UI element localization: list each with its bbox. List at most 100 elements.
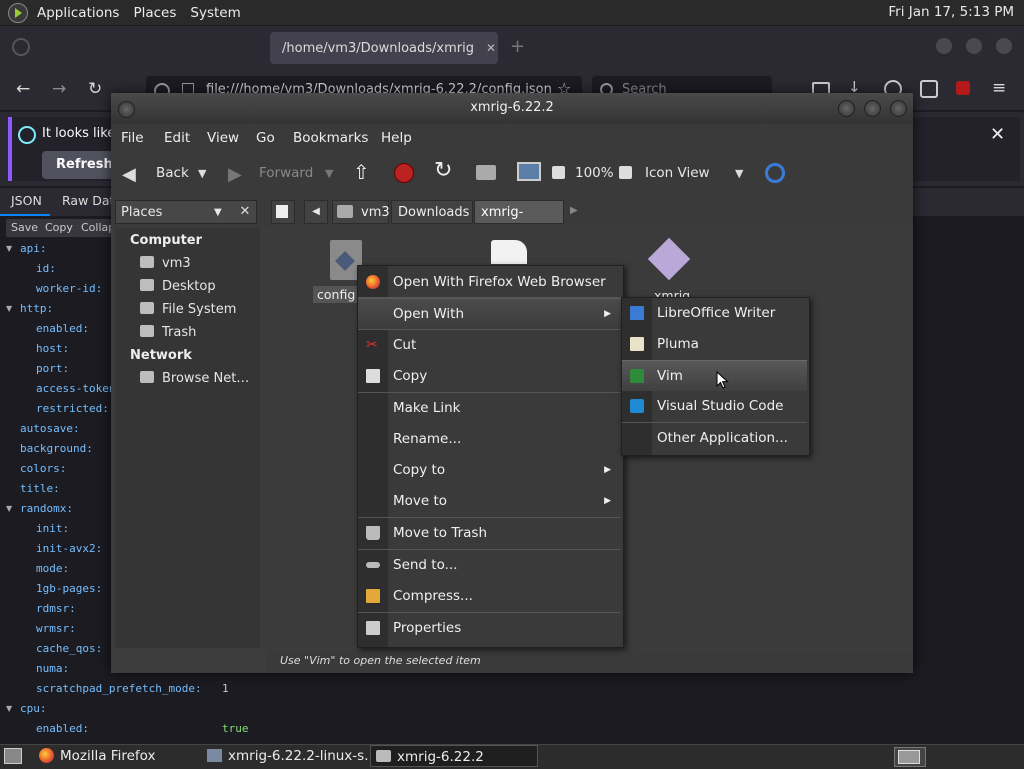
menu-item-make-link[interactable]: Make Link (358, 393, 621, 423)
expand-caret-icon[interactable]: ▼ (6, 244, 12, 253)
taskbar-item-file-manager[interactable]: xmrig-6.22.2 (370, 745, 538, 767)
sidebar-item-browse-network[interactable]: Browse Net… (140, 371, 249, 386)
close-icon[interactable] (890, 100, 907, 117)
copy-button[interactable]: Copy (40, 219, 78, 237)
view-mode-select[interactable]: Icon View (645, 165, 710, 181)
menu-file[interactable]: File (121, 130, 144, 146)
json-key: randomx: (20, 502, 73, 515)
back-history-chevron-icon[interactable]: ▼ (198, 167, 206, 180)
ublock-icon[interactable] (956, 81, 970, 95)
menu-item-cut[interactable]: ✂ Cut (358, 330, 621, 360)
json-key: port: (36, 362, 70, 375)
forward-history-chevron-icon[interactable]: ▼ (325, 167, 333, 180)
home-icon[interactable] (476, 165, 496, 180)
menu-item-move-to-trash[interactable]: Move to Trash (358, 518, 621, 548)
expand-caret-icon[interactable]: ▼ (6, 304, 12, 313)
menu-item-move-to[interactable]: Move to ▶ (358, 486, 621, 516)
file-name-config[interactable]: config (313, 286, 360, 303)
json-row[interactable]: enabled: true (0, 722, 260, 742)
minimize-icon[interactable] (936, 38, 952, 54)
submenu-item-pluma[interactable]: Pluma (622, 329, 807, 359)
zoom-level[interactable]: 100% (575, 165, 614, 181)
close-notification-icon[interactable]: ✕ (990, 124, 1005, 145)
submenu-item-libreoffice-writer[interactable]: LibreOffice Writer (622, 298, 807, 328)
forward-arrow-icon[interactable]: → (52, 79, 66, 99)
json-row[interactable]: ▼ cpu: (0, 702, 260, 722)
json-key: cpu: (20, 702, 47, 715)
text-file-icon[interactable] (491, 240, 527, 264)
menu-item-send-to[interactable]: Send to... (358, 550, 621, 580)
up-icon[interactable]: ⇧ (353, 160, 370, 184)
search-icon[interactable] (765, 163, 785, 183)
submenu-item-other-application[interactable]: Other Application... (622, 423, 807, 453)
panel-menu-places[interactable]: Places (126, 5, 183, 21)
pluma-icon (630, 337, 644, 351)
menu-item-open-with-firefox[interactable]: Open With Firefox Web Browser (358, 267, 621, 297)
stop-icon[interactable] (394, 163, 414, 183)
forward-icon[interactable]: ▶ (228, 164, 242, 185)
panel-menu-system[interactable]: System (183, 5, 247, 21)
taskbar-item-archive[interactable]: xmrig-6.22.2-linux-s... (202, 745, 368, 767)
breadcrumb-left-arrow-icon[interactable]: ◀ (304, 200, 328, 224)
json-key: scratchpad_prefetch_mode: (36, 682, 202, 695)
submenu-item-vim[interactable]: Vim (622, 360, 807, 391)
maximize-icon[interactable] (864, 100, 881, 117)
menu-go[interactable]: Go (256, 130, 275, 146)
panel-menu-applications[interactable]: Applications (30, 5, 126, 21)
menu-item-compress[interactable]: Compress... (358, 581, 621, 611)
panel-clock[interactable]: Fri Jan 17, 5:13 PM (888, 4, 1014, 20)
close-tab-icon[interactable]: ✕ (486, 41, 496, 55)
minimize-icon[interactable] (838, 100, 855, 117)
close-sidebar-icon[interactable]: ✕ (233, 200, 257, 224)
firefox-tab[interactable]: /home/vm3/Downloads/xmrig ✕ (270, 32, 498, 64)
properties-icon (366, 621, 380, 635)
show-desktop-icon[interactable] (4, 748, 22, 764)
json-key: colors: (20, 462, 67, 475)
maximize-icon[interactable] (966, 38, 982, 54)
firefox-icon (366, 275, 380, 289)
distro-menu-icon[interactable] (8, 2, 28, 23)
menu-item-open-with[interactable]: Open With ▶ (358, 298, 621, 329)
save-button[interactable]: Save (6, 219, 44, 237)
submenu-item-vscode[interactable]: Visual Studio Code (622, 391, 807, 421)
json-row[interactable]: scratchpad_prefetch_mode: 1 (0, 682, 260, 702)
submenu-arrow-icon: ▶ (604, 496, 611, 506)
expand-caret-icon[interactable]: ▼ (6, 504, 12, 513)
menu-item-copy[interactable]: Copy (358, 361, 621, 391)
firefox-view-icon[interactable] (12, 38, 30, 56)
submenu-item-label: Visual Studio Code (657, 398, 784, 414)
menu-view[interactable]: View (207, 130, 239, 146)
view-mode-chevron-icon[interactable]: ▼ (735, 167, 743, 180)
breadcrumb-right-arrow-icon[interactable]: ▶ (570, 205, 578, 216)
reload-icon[interactable]: ↻ (88, 79, 102, 99)
sidebar-item-file-system[interactable]: File System (140, 302, 236, 317)
sidebar-item-vm3[interactable]: vm3 (140, 256, 191, 271)
forward-button[interactable]: Forward (259, 165, 313, 181)
breadcrumb-downloads[interactable]: Downloads (391, 200, 473, 224)
hamburger-menu-icon[interactable]: ≡ (992, 78, 1006, 98)
breadcrumb-xmrig[interactable]: xmrig-6.22.2 (474, 200, 564, 244)
reload-icon[interactable]: ↻ (434, 158, 452, 183)
menu-bookmarks[interactable]: Bookmarks (293, 130, 368, 146)
expand-caret-icon[interactable]: ▼ (6, 704, 12, 713)
tab-json[interactable]: JSON (11, 193, 42, 208)
zoom-in-icon[interactable] (619, 166, 632, 179)
collapse-button[interactable]: Collap (76, 219, 116, 237)
menu-edit[interactable]: Edit (164, 130, 190, 146)
new-tab-icon[interactable]: + (510, 36, 525, 57)
sidebar-item-desktop[interactable]: Desktop (140, 279, 216, 294)
back-icon[interactable]: ◀ (122, 164, 136, 185)
sidebar-item-trash[interactable]: Trash (140, 325, 196, 340)
taskbar-item-firefox[interactable]: Mozilla Firefox (34, 745, 198, 767)
menu-item-properties[interactable]: Properties (358, 613, 621, 643)
close-window-icon[interactable] (996, 38, 1012, 54)
back-arrow-icon[interactable]: ← (16, 79, 30, 99)
menu-item-copy-to[interactable]: Copy to ▶ (358, 455, 621, 485)
extensions-icon[interactable] (920, 80, 938, 98)
json-key: cache_qos: (36, 642, 103, 655)
menu-item-rename[interactable]: Rename... (358, 424, 621, 454)
menu-help[interactable]: Help (381, 130, 412, 146)
computer-icon[interactable] (517, 162, 541, 181)
zoom-out-icon[interactable] (552, 166, 565, 179)
back-button[interactable]: Back (156, 165, 189, 181)
